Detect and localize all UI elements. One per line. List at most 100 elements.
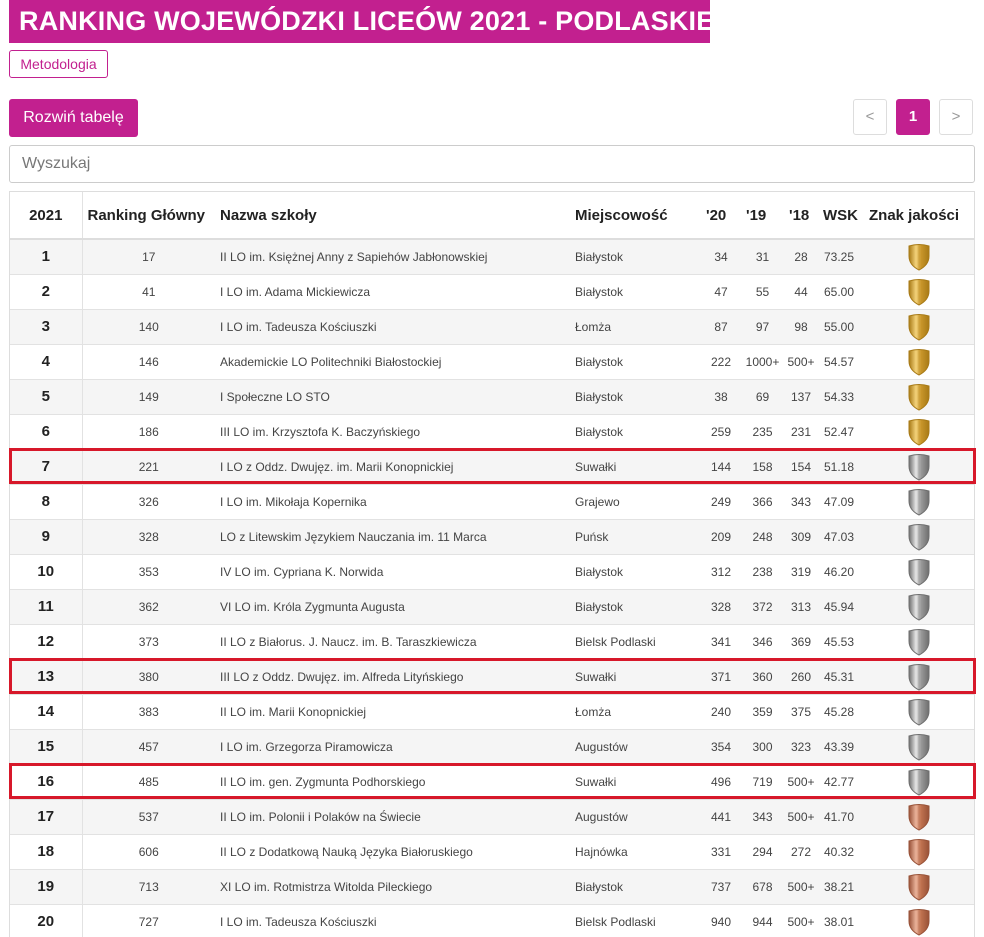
city-cell: Augustów	[570, 729, 701, 765]
city-cell: Suwałki	[570, 449, 701, 485]
year-2018-cell: 260	[784, 659, 818, 695]
rank-cell: 20	[10, 904, 83, 937]
col-header-2021[interactable]: 2021	[10, 192, 83, 240]
col-header-ranking-glowny[interactable]: Ranking Główny	[82, 192, 215, 240]
ranking-glowny-cell: 146	[82, 344, 215, 380]
rank-cell: 11	[10, 589, 83, 625]
col-header-19[interactable]: '19	[741, 192, 784, 240]
quality-badge-cell	[864, 484, 974, 520]
ranking-glowny-cell: 149	[82, 379, 215, 415]
silver-shield-icon	[908, 593, 930, 621]
city-cell: Suwałki	[570, 764, 701, 800]
rank-cell: 7	[10, 449, 83, 485]
silver-shield-icon	[908, 453, 930, 481]
year-2020-cell: 38	[701, 379, 741, 415]
school-name-cell: Akademickie LO Politechniki Białostockie…	[215, 344, 570, 380]
rank-cell: 13	[10, 659, 83, 695]
table-row: 8 326 I LO im. Mikołaja Kopernika Grajewo 24…	[10, 484, 974, 520]
year-2020-cell: 940	[701, 904, 741, 937]
year-2018-cell: 500+	[784, 869, 818, 905]
wsk-cell: 45.94	[818, 589, 864, 625]
silver-shield-icon	[908, 523, 930, 551]
col-header-20[interactable]: '20	[701, 192, 741, 240]
school-name-cell: I LO im. Mikołaja Kopernika	[215, 484, 570, 520]
school-name-cell: II LO im. Polonii i Polaków na Świecie	[215, 799, 570, 835]
ranking-glowny-cell: 362	[82, 589, 215, 625]
year-2020-cell: 737	[701, 869, 741, 905]
city-cell: Białystok	[570, 554, 701, 590]
silver-shield-icon	[908, 733, 930, 761]
table-row: 18 606 II LO z Dodatkową Nauką Języka Biał…	[10, 834, 974, 870]
quality-badge-cell	[864, 904, 974, 937]
city-cell: Białystok	[570, 869, 701, 905]
col-header-wsk[interactable]: WSK	[818, 192, 864, 240]
bronze-shield-icon	[908, 838, 930, 866]
silver-shield-icon	[908, 488, 930, 516]
search-input[interactable]	[9, 145, 975, 183]
year-2018-cell: 375	[784, 694, 818, 730]
city-cell: Białystok	[570, 589, 701, 625]
year-2018-cell: 319	[784, 554, 818, 590]
table-row: 17 537 II LO im. Polonii i Polaków na Świe…	[10, 799, 974, 835]
city-cell: Bielsk Podlaski	[570, 624, 701, 660]
bronze-shield-icon	[908, 803, 930, 831]
quality-badge-cell	[864, 624, 974, 660]
quality-badge-cell	[864, 729, 974, 765]
col-header-18[interactable]: '18	[784, 192, 818, 240]
school-name-cell: II LO z Białorus. J. Naucz. im. B. Taras…	[215, 624, 570, 660]
city-cell: Hajnówka	[570, 834, 701, 870]
next-page-button[interactable]: >	[939, 99, 973, 135]
school-name-cell: I LO im. Tadeusza Kościuszki	[215, 904, 570, 937]
quality-badge-cell	[864, 764, 974, 800]
school-name-cell: VI LO im. Króla Zygmunta Augusta	[215, 589, 570, 625]
rank-cell: 10	[10, 554, 83, 590]
table-row: 12 373 II LO z Białorus. J. Naucz. im. B. …	[10, 624, 974, 660]
wsk-cell: 55.00	[818, 309, 864, 345]
prev-page-button[interactable]: <	[853, 99, 887, 135]
rank-cell: 2	[10, 274, 83, 310]
ranking-glowny-cell: 606	[82, 834, 215, 870]
year-2019-cell: 359	[741, 694, 784, 730]
year-2019-cell: 31	[741, 239, 784, 275]
col-header-nazwa-szkoly[interactable]: Nazwa szkoły	[215, 192, 570, 240]
ranking-glowny-cell: 457	[82, 729, 215, 765]
quality-badge-cell	[864, 379, 974, 415]
city-cell: Białystok	[570, 239, 701, 275]
wsk-cell: 54.33	[818, 379, 864, 415]
ranking-glowny-cell: 380	[82, 659, 215, 695]
col-header-miejscowosc[interactable]: Miejscowość	[570, 192, 701, 240]
city-cell: Białystok	[570, 379, 701, 415]
wsk-cell: 47.03	[818, 519, 864, 555]
year-2019-cell: 1000+	[741, 344, 784, 380]
expand-table-button[interactable]: Rozwiń tabelę	[9, 99, 138, 137]
table-row: 20 727 I LO im. Tadeusza Kościuszki Bielsk …	[10, 904, 974, 937]
year-2019-cell: 238	[741, 554, 784, 590]
rank-cell: 15	[10, 729, 83, 765]
school-name-cell: I Społeczne LO STO	[215, 379, 570, 415]
year-2020-cell: 312	[701, 554, 741, 590]
page-1-button[interactable]: 1	[896, 99, 930, 135]
ranking-glowny-cell: 140	[82, 309, 215, 345]
table-row: 19 713 XI LO im. Rotmistrza Witolda Pileck…	[10, 869, 974, 905]
year-2020-cell: 240	[701, 694, 741, 730]
col-header-znak-jakosci[interactable]: Znak jakości	[864, 192, 974, 240]
city-cell: Białystok	[570, 414, 701, 450]
wsk-cell: 73.25	[818, 239, 864, 275]
year-2019-cell: 343	[741, 799, 784, 835]
table-row: 2 41 I LO im. Adama Mickiewicza Białystok 47…	[10, 274, 974, 310]
rank-cell: 5	[10, 379, 83, 415]
rank-cell: 9	[10, 519, 83, 555]
ranking-glowny-cell: 485	[82, 764, 215, 800]
year-2020-cell: 87	[701, 309, 741, 345]
quality-badge-cell	[864, 239, 974, 275]
rank-cell: 8	[10, 484, 83, 520]
methodology-button[interactable]: Metodologia	[9, 50, 108, 78]
ranking-table: 2021 Ranking Główny Nazwa szkoły Miejsco…	[10, 192, 974, 937]
silver-shield-icon	[908, 628, 930, 656]
gold-shield-icon	[908, 418, 930, 446]
ranking-glowny-cell: 383	[82, 694, 215, 730]
year-2020-cell: 259	[701, 414, 741, 450]
year-2018-cell: 137	[784, 379, 818, 415]
year-2018-cell: 343	[784, 484, 818, 520]
ranking-glowny-cell: 727	[82, 904, 215, 937]
